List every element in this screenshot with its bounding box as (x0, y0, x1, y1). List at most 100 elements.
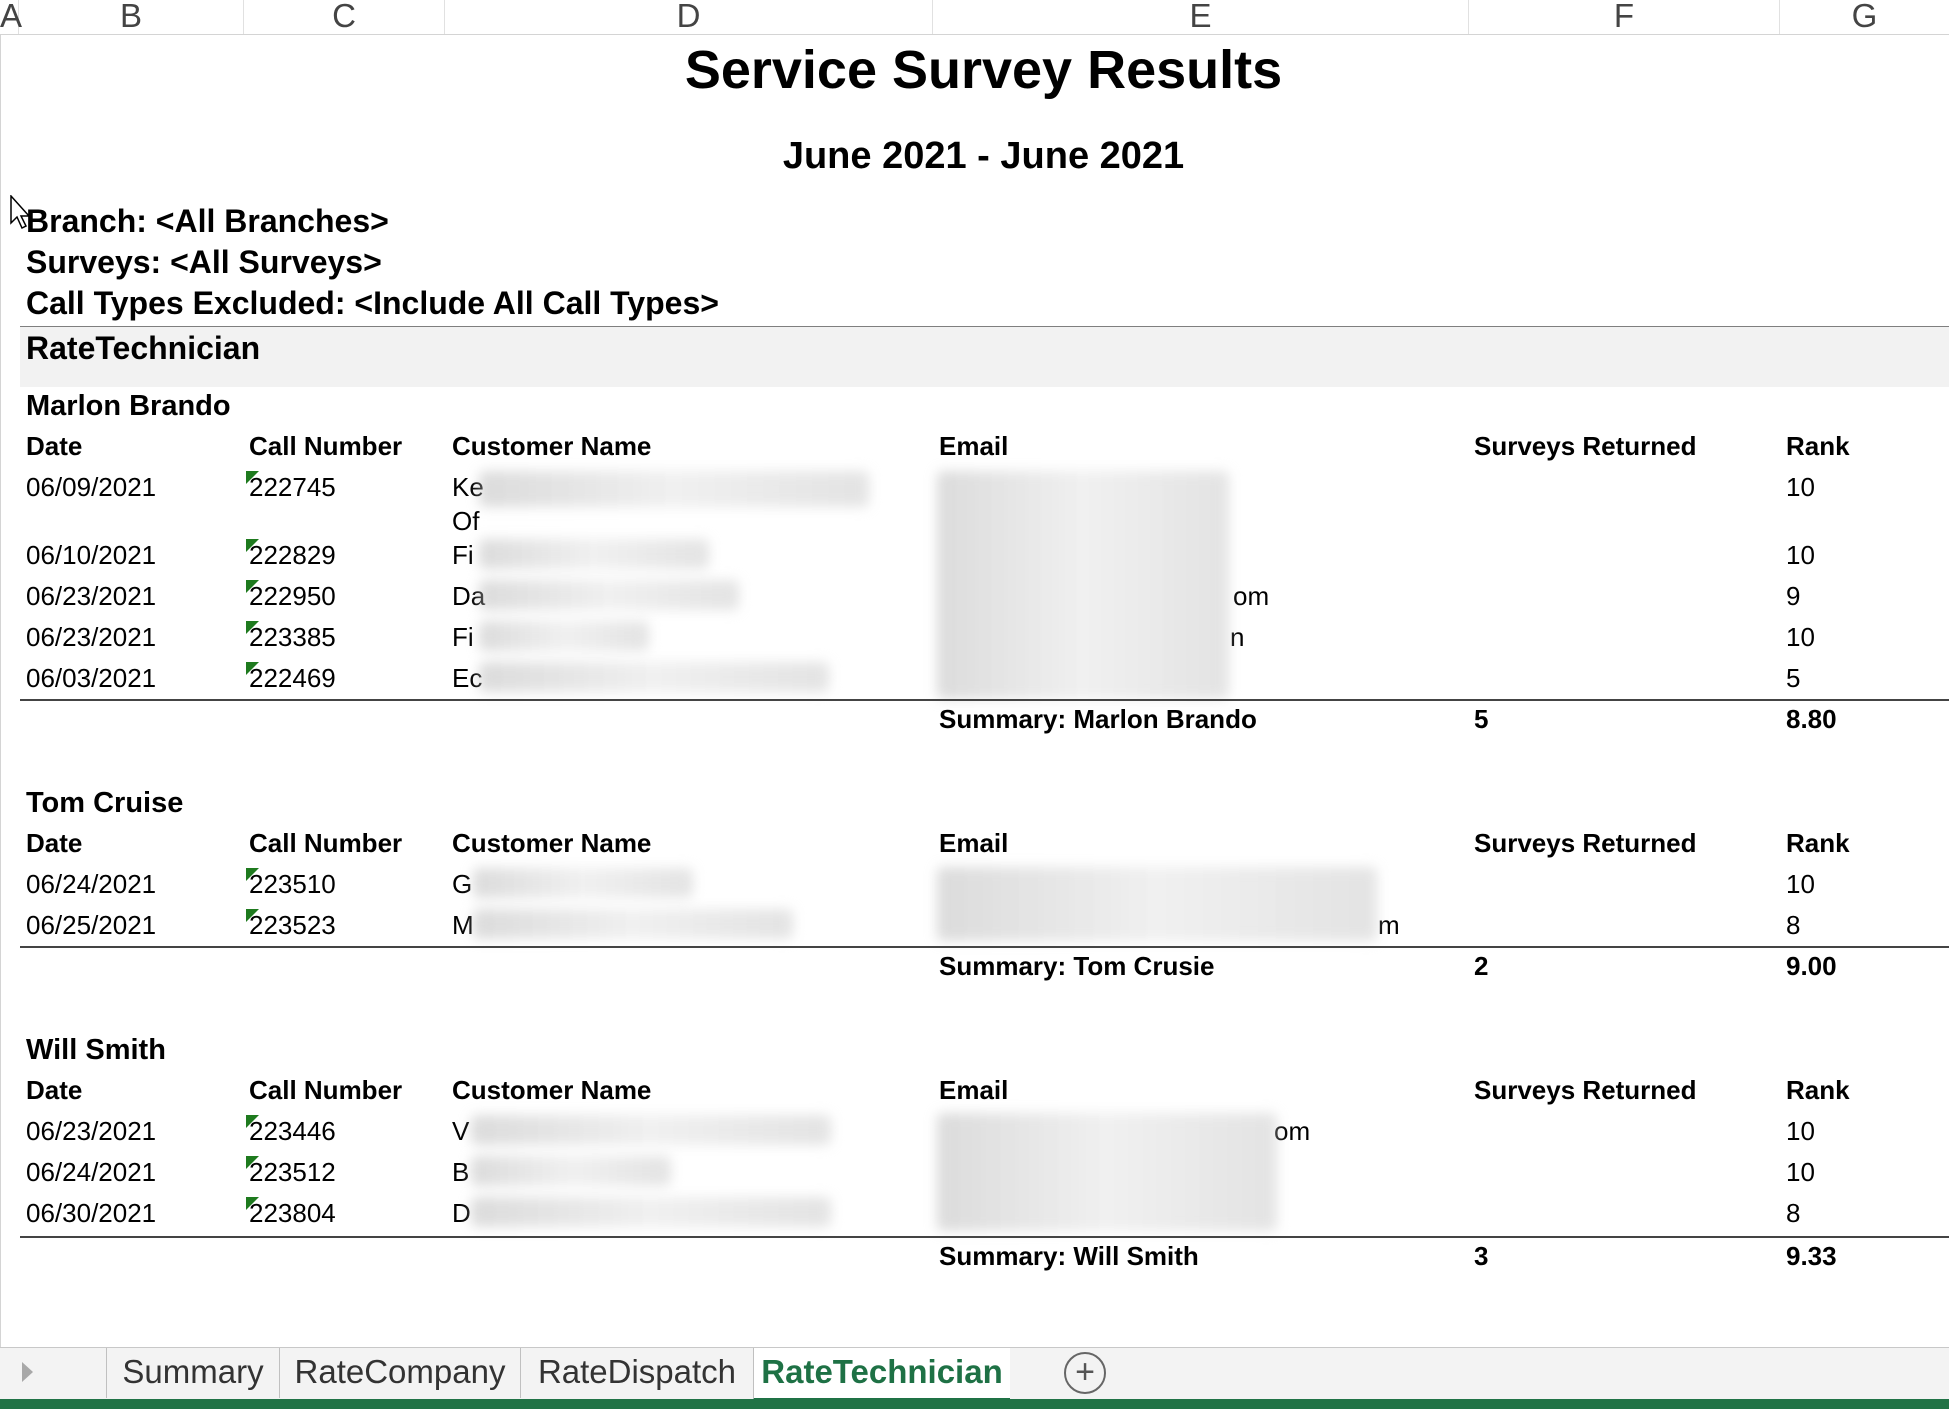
tab-summary[interactable]: Summary (106, 1348, 279, 1398)
cell-call-number: 223512 (249, 1157, 336, 1187)
cell-rank: 5 (1786, 663, 1801, 693)
header-surveys-returned: Surveys Returned (1474, 828, 1697, 858)
section-title: RateTechnician (26, 330, 261, 366)
sheet-tab-bar: Summary RateCompany RateDispatch RateTec… (0, 1347, 1949, 1401)
branch-filter: Branch: <All Branches> (26, 203, 389, 239)
redacted-block (937, 867, 1377, 941)
cell-date: 06/23/2021 (26, 622, 157, 652)
summary-surveys-returned: 3 (1474, 1241, 1489, 1271)
summary-divider (20, 946, 1949, 948)
summary-surveys-returned: 5 (1474, 704, 1489, 734)
add-sheet-button[interactable]: + (1064, 1352, 1106, 1394)
report-title: Service Survey Results (684, 40, 1283, 100)
cell-email: om (1233, 581, 1270, 611)
cell-customer-name: V (452, 1116, 470, 1146)
header-date: Date (26, 828, 83, 858)
column-header-f[interactable]: F (1469, 0, 1780, 34)
tab-ratedispatch[interactable]: RateDispatch (520, 1348, 753, 1398)
cell-customer-name-wrap: Of (452, 506, 480, 536)
cell-customer-name: G (452, 869, 473, 899)
cell-email: n (1230, 622, 1245, 652)
header-rank: Rank (1786, 828, 1850, 858)
summary-avg-rank: 8.80 (1786, 704, 1837, 734)
summary-surveys-returned: 2 (1474, 951, 1489, 981)
cell-customer-name: Ec (452, 663, 483, 693)
cell-customer-name: Fi (452, 540, 474, 570)
mouse-cursor-icon (10, 195, 31, 230)
header-date: Date (26, 431, 83, 461)
worksheet-grid[interactable]: Service Survey Results June 2021 - June … (0, 35, 1949, 1347)
summary-avg-rank: 9.00 (1786, 951, 1837, 981)
summary-divider (20, 1236, 1949, 1238)
summary-label: Summary: Tom Crusie (939, 951, 1215, 981)
technician-name: Marlon Brando (26, 390, 231, 422)
header-customer-name: Customer Name (452, 1075, 652, 1105)
header-rank: Rank (1786, 1075, 1850, 1105)
header-customer-name: Customer Name (452, 431, 652, 461)
technician-name: Will Smith (26, 1034, 166, 1066)
cell-email: om (1274, 1116, 1311, 1146)
summary-label: Summary: Marlon Brando (939, 704, 1257, 734)
cell-date: 06/30/2021 (26, 1198, 157, 1228)
redacted-block (479, 539, 709, 569)
column-header-d[interactable]: D (445, 0, 933, 34)
header-call-number: Call Number (249, 828, 403, 858)
column-header-e[interactable]: E (933, 0, 1469, 34)
technician-name: Tom Cruise (26, 787, 184, 819)
header-surveys-returned: Surveys Returned (1474, 431, 1697, 461)
cell-rank: 10 (1786, 1116, 1815, 1146)
header-call-number: Call Number (249, 431, 403, 461)
redacted-block (479, 662, 829, 692)
scroll-tabs-right-icon[interactable] (22, 1362, 33, 1382)
redacted-block (479, 621, 649, 651)
cell-date: 06/24/2021 (26, 869, 157, 899)
cell-call-number: 222469 (249, 663, 336, 693)
call-types-filter: Call Types Excluded: <Include All Call T… (26, 285, 719, 321)
cell-call-number: 222829 (249, 540, 336, 570)
header-date: Date (26, 1075, 83, 1105)
cell-rank: 8 (1786, 910, 1801, 940)
tab-ratetechnician[interactable]: RateTechnician (753, 1348, 1010, 1401)
cell-call-number: 223446 (249, 1116, 336, 1146)
column-header-c[interactable]: C (244, 0, 445, 34)
cell-date: 06/25/2021 (26, 910, 157, 940)
column-header-a[interactable]: A (0, 0, 22, 34)
header-email: Email (939, 1075, 1009, 1105)
cell-call-number: 223804 (249, 1198, 336, 1228)
header-email: Email (939, 828, 1009, 858)
cell-customer-name: B (452, 1157, 470, 1187)
cell-date: 06/03/2021 (26, 663, 157, 693)
header-customer-name: Customer Name (452, 828, 652, 858)
redacted-block (479, 471, 869, 507)
redacted-block (937, 471, 1229, 699)
cell-date: 06/23/2021 (26, 581, 157, 611)
tab-ratecompany[interactable]: RateCompany (279, 1348, 520, 1398)
redacted-block (473, 909, 793, 939)
surveys-filter: Surveys: <All Surveys> (26, 244, 382, 280)
cell-date: 06/10/2021 (26, 540, 157, 570)
cell-customer-name: M (452, 910, 474, 940)
section-band: RateTechnician (20, 326, 1949, 387)
cell-call-number: 222950 (249, 581, 336, 611)
summary-label: Summary: Will Smith (939, 1241, 1199, 1271)
cell-rank: 10 (1786, 540, 1815, 570)
redacted-block (473, 868, 693, 898)
cell-rank: 10 (1786, 869, 1815, 899)
redacted-block (479, 580, 739, 610)
header-call-number: Call Number (249, 1075, 403, 1105)
redacted-block (471, 1115, 831, 1145)
status-bar (0, 1399, 1949, 1409)
header-surveys-returned: Surveys Returned (1474, 1075, 1697, 1105)
header-rank: Rank (1786, 431, 1850, 461)
cell-rank: 8 (1786, 1198, 1801, 1228)
cell-rank: 9 (1786, 581, 1801, 611)
cell-date: 06/09/2021 (26, 472, 157, 502)
column-header-b[interactable]: B (19, 0, 244, 34)
report-period: June 2021 - June 2021 (782, 135, 1185, 177)
cell-call-number: 222745 (249, 472, 336, 502)
cell-date: 06/23/2021 (26, 1116, 157, 1146)
column-header-g[interactable]: G (1780, 0, 1949, 34)
cell-rank: 10 (1786, 1157, 1815, 1187)
cell-call-number: 223385 (249, 622, 336, 652)
cell-call-number: 223523 (249, 910, 336, 940)
